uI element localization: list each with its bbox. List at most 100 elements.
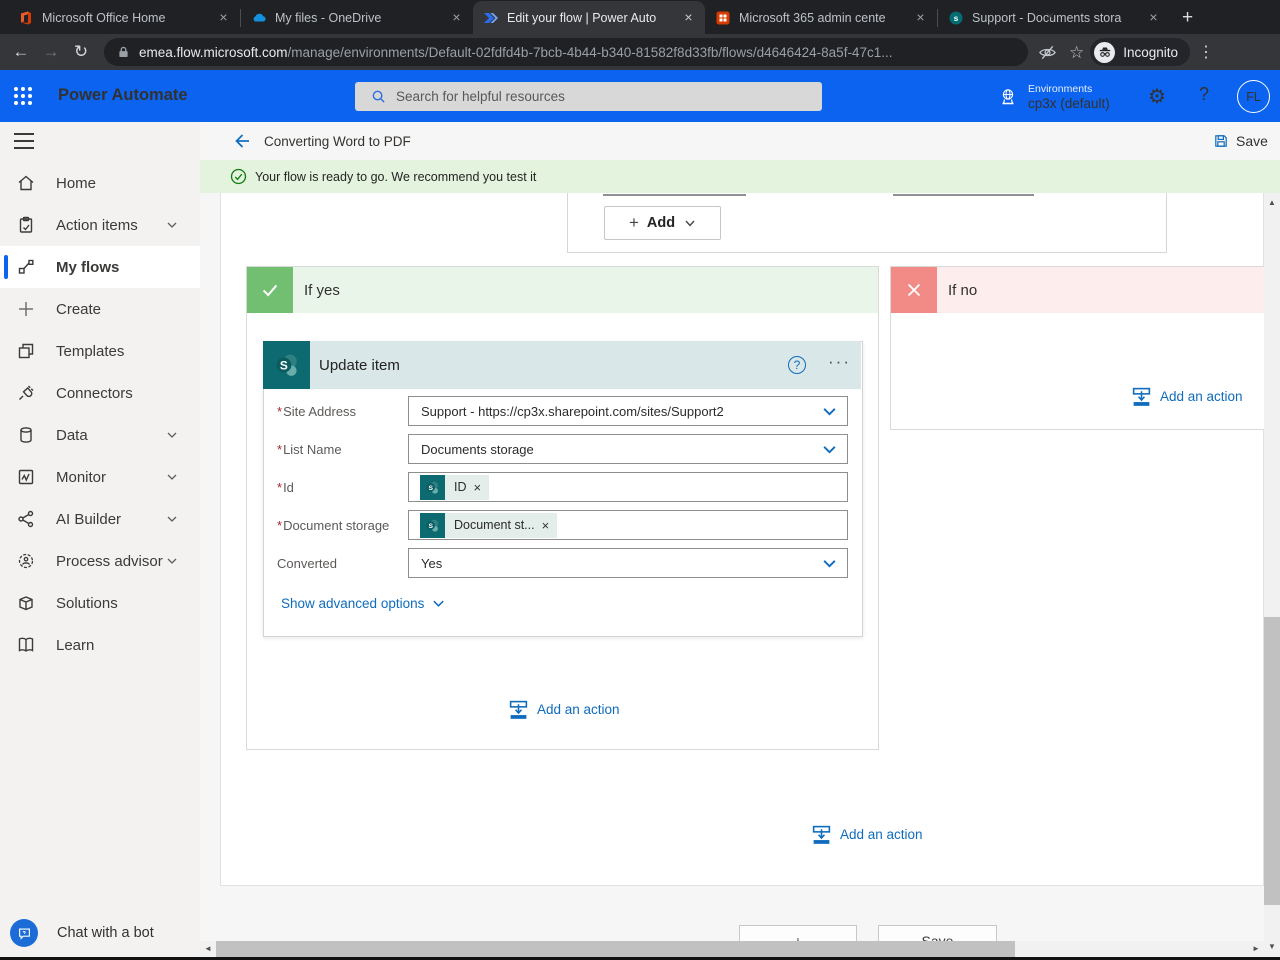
scroll-down-icon[interactable]: ▼ xyxy=(1264,939,1280,955)
sidebar-item-monitor[interactable]: Monitor xyxy=(0,456,200,498)
converted-dropdown[interactable]: Yes xyxy=(408,548,848,578)
add-action-link-if-no[interactable]: Add an action xyxy=(1131,386,1243,407)
condition-add-button[interactable]: + Add xyxy=(604,206,721,240)
incognito-icon xyxy=(1094,41,1116,63)
field-label: *Site Address xyxy=(277,404,357,419)
help-icon[interactable]: ? xyxy=(1199,84,1209,105)
sidebar-item-label: Process advisor xyxy=(56,552,163,570)
tab-close-icon[interactable]: × xyxy=(215,9,232,26)
sidebar-item-learn[interactable]: Learn xyxy=(0,624,200,666)
vertical-scrollbar[interactable]: ▲ ▼ xyxy=(1264,193,1280,957)
update-item-header[interactable]: S Update item xyxy=(263,341,861,389)
environment-picker[interactable]: Environments cp3x (default) xyxy=(998,78,1110,116)
add-action-link-bottom[interactable]: Add an action xyxy=(811,824,923,845)
ellipsis-menu-icon[interactable]: ··· xyxy=(828,352,851,372)
plus-icon: + xyxy=(628,213,639,232)
sidebar-item-label: Learn xyxy=(56,636,95,654)
forward-icon[interactable]: → xyxy=(36,42,66,62)
token-label: ID xyxy=(454,480,467,494)
chevron-down-icon xyxy=(822,556,837,571)
sidebar-item-data[interactable]: Data xyxy=(0,414,200,456)
scroll-right-icon[interactable]: ► xyxy=(1248,941,1264,957)
address-bar[interactable]: emea.flow.microsoft.com /manage/environm… xyxy=(104,38,1028,66)
header-search-box[interactable] xyxy=(355,82,822,111)
add-action-label: Add an action xyxy=(537,702,620,717)
app-launcher-waffle-icon[interactable] xyxy=(14,87,32,105)
new-step-button[interactable]: + New step xyxy=(739,925,857,941)
sidebar-item-action-items[interactable]: Action items xyxy=(0,204,200,246)
if-no-title: If no xyxy=(948,281,978,299)
dynamic-content-token[interactable]: S ID × xyxy=(420,474,490,500)
converted-value: Yes xyxy=(421,555,443,571)
help-circle-icon[interactable]: ? xyxy=(788,356,806,374)
horizontal-scroll-thumb[interactable] xyxy=(216,941,1015,957)
sidebar-item-ai-builder[interactable]: AI Builder xyxy=(0,498,200,540)
hamburger-menu-icon[interactable] xyxy=(14,133,34,149)
plug-icon xyxy=(16,383,36,403)
chat-with-bot-button[interactable]: Chat with a bot xyxy=(0,912,200,954)
vertical-scroll-thumb[interactable] xyxy=(1264,617,1280,905)
svg-text:S: S xyxy=(279,358,287,372)
tab-power-automate-active[interactable]: Edit your flow | Power Auto × xyxy=(473,1,705,34)
new-tab-button[interactable]: + xyxy=(1182,8,1193,27)
token-remove-icon[interactable]: × xyxy=(474,480,482,495)
reload-icon[interactable]: ↻ xyxy=(66,42,96,62)
sidebar-item-my-flows[interactable]: My flows xyxy=(0,246,200,288)
scroll-left-icon[interactable]: ◄ xyxy=(200,941,216,957)
if-no-header[interactable]: If no xyxy=(891,267,1264,313)
process-advisor-icon xyxy=(16,551,36,571)
site-address-dropdown[interactable]: Support - https://cp3x.sharepoint.com/si… xyxy=(408,396,848,426)
tab-office-home[interactable]: Microsoft Office Home × xyxy=(8,1,240,34)
incognito-badge: Incognito xyxy=(1090,38,1191,66)
avatar[interactable]: FL xyxy=(1237,80,1270,113)
flow-title: Converting Word to PDF xyxy=(264,133,411,149)
templates-icon xyxy=(16,341,36,361)
success-banner: Your flow is ready to go. We recommend y… xyxy=(200,160,1280,193)
back-arrow-icon[interactable] xyxy=(232,131,252,151)
tab-close-icon[interactable]: × xyxy=(680,9,697,26)
bookmark-star-icon[interactable]: ☆ xyxy=(1069,44,1084,61)
banner-close-icon[interactable]: × xyxy=(1041,8,1059,25)
svg-text:S: S xyxy=(428,522,433,529)
sidebar-item-solutions[interactable]: Solutions xyxy=(0,582,200,624)
banner-message: Your flow is ready to go. We recommend y… xyxy=(255,169,537,184)
field-label: *Id xyxy=(277,480,294,495)
plus-icon xyxy=(16,299,36,319)
sidebar-item-process-advisor[interactable]: Process advisor xyxy=(0,540,200,582)
sidebar-item-connectors[interactable]: Connectors xyxy=(0,372,200,414)
search-input[interactable] xyxy=(396,89,776,104)
chat-bubble-icon xyxy=(10,919,38,947)
save-flow-button[interactable]: Save xyxy=(878,925,997,941)
tab-close-icon[interactable]: × xyxy=(1145,9,1162,26)
chevron-down-icon xyxy=(822,404,837,419)
scroll-up-icon[interactable]: ▲ xyxy=(1264,195,1280,211)
tab-close-icon[interactable]: × xyxy=(912,9,929,26)
tab-close-icon[interactable]: × xyxy=(448,9,465,26)
show-advanced-options-link[interactable]: Show advanced options xyxy=(281,596,445,611)
sidebar-item-templates[interactable]: Templates xyxy=(0,330,200,372)
field-label: *List Name xyxy=(277,442,342,457)
horizontal-scrollbar[interactable]: ◄ ► xyxy=(200,941,1264,957)
add-action-link-if-yes[interactable]: Add an action xyxy=(508,699,620,720)
tab-m365-admin[interactable]: Microsoft 365 admin cente × xyxy=(705,1,937,34)
m365-admin-icon xyxy=(715,10,731,26)
if-yes-header[interactable]: If yes xyxy=(247,267,878,313)
settings-gear-icon[interactable]: ⚙ xyxy=(1148,84,1166,109)
document-storage-input[interactable]: S Document st... × xyxy=(408,510,848,540)
url-path: /manage/environments/Default-02fdfd4b-7b… xyxy=(287,44,893,60)
search-icon xyxy=(371,89,386,104)
save-button[interactable]: Save xyxy=(1213,133,1268,149)
tab-onedrive[interactable]: My files - OneDrive × xyxy=(241,1,473,34)
sidebar-item-create[interactable]: Create xyxy=(0,288,200,330)
flows-icon xyxy=(16,257,36,277)
sidebar-item-home[interactable]: Home xyxy=(0,162,200,204)
sidebar-item-label: AI Builder xyxy=(56,510,122,528)
insert-action-icon xyxy=(1131,386,1152,407)
dynamic-content-token[interactable]: S Document st... × xyxy=(420,512,558,538)
back-icon[interactable]: ← xyxy=(6,42,36,62)
token-remove-icon[interactable]: × xyxy=(542,518,550,533)
list-name-dropdown[interactable]: Documents storage xyxy=(408,434,848,464)
visibility-off-icon[interactable] xyxy=(1038,43,1057,62)
browser-menu-icon[interactable]: ⋮ xyxy=(1198,42,1214,62)
id-input[interactable]: S ID × xyxy=(408,472,848,502)
